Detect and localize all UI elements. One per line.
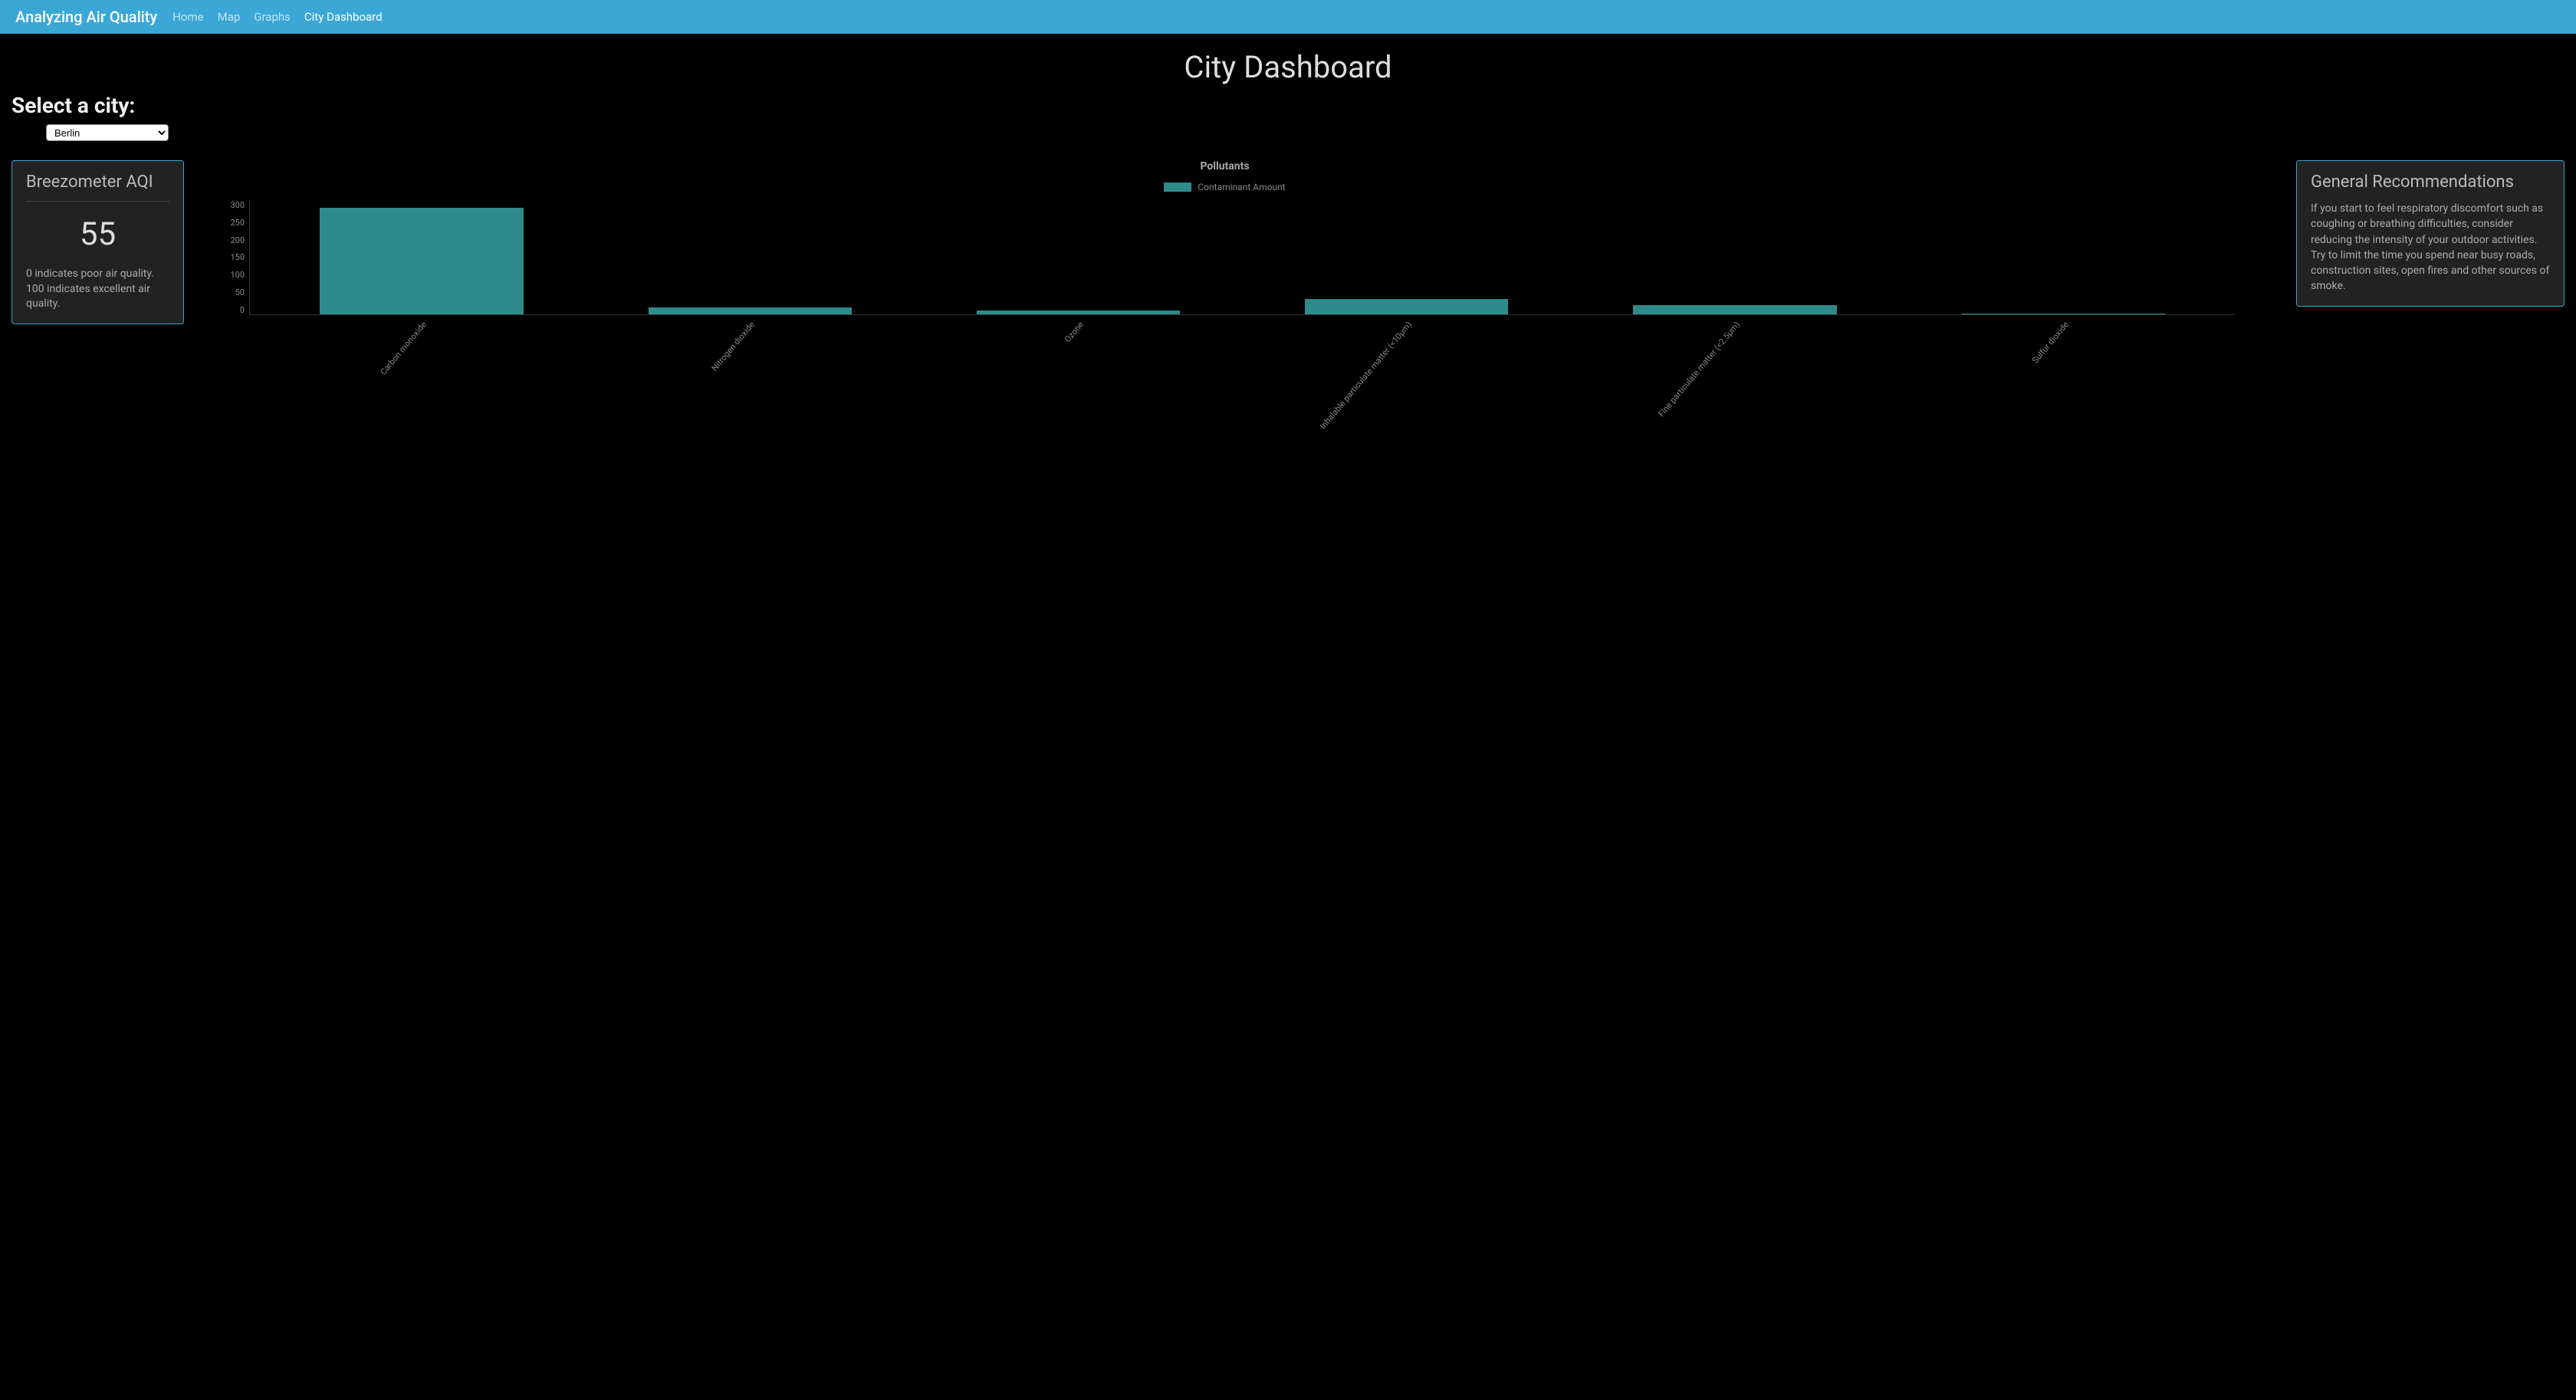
- navbar: Analyzing Air Quality Home Map Graphs Ci…: [0, 0, 2576, 34]
- y-axis: 300 250 200 150 100 50 0: [215, 200, 249, 315]
- nav-link-home[interactable]: Home: [172, 10, 203, 24]
- chart-title: Pollutants: [215, 160, 2235, 173]
- aqi-description: 0 indicates poor air quality. 100 indica…: [26, 267, 169, 312]
- chart-legend: Contaminant Amount: [215, 182, 2235, 192]
- bar-slot: [1243, 200, 1571, 314]
- x-axis-labels: Carbon monoxide Nitrogen dioxide Ozone Inha…: [249, 320, 2235, 419]
- legend-label: Contaminant Amount: [1198, 182, 1285, 192]
- bar-slot: [1899, 200, 2227, 314]
- recommendations-title: General Recommendations: [2311, 173, 2550, 192]
- x-label-slot: Carbon monoxide: [257, 320, 585, 419]
- aqi-title: Breezometer AQI: [26, 173, 169, 202]
- page-title: City Dashboard: [0, 49, 2576, 85]
- x-label: Nitrogen dioxide: [710, 320, 757, 373]
- bar[interactable]: [1633, 305, 1836, 314]
- x-label: Inhalable particulate matter (<10µm): [1318, 320, 1414, 431]
- recommendations-text: If you start to feel respiratory discomf…: [2311, 201, 2550, 294]
- chart-body: 300 250 200 150 100 50 0: [215, 200, 2235, 315]
- legend-swatch: [1164, 182, 1191, 192]
- aqi-value: 55: [26, 215, 169, 253]
- y-tick: 50: [235, 288, 245, 297]
- x-label: Sulfur dioxide: [2030, 320, 2071, 366]
- bar-slot: [914, 200, 1242, 314]
- x-label: Ozone: [1063, 320, 1086, 344]
- x-label: Fine particulate matter (<2.5µm): [1657, 320, 1742, 419]
- x-label: Carbon monoxide: [379, 320, 429, 377]
- main-row: Breezometer AQI 55 0 indicates poor air …: [0, 141, 2576, 431]
- bar[interactable]: [320, 208, 523, 314]
- navbar-brand[interactable]: Analyzing Air Quality: [15, 8, 157, 26]
- y-tick: 300: [230, 200, 245, 210]
- y-tick: 0: [240, 305, 245, 315]
- x-label-slot: Sulfur dioxide: [1899, 320, 2227, 419]
- bar[interactable]: [977, 311, 1180, 314]
- plot-area: [249, 200, 2235, 315]
- y-tick: 150: [230, 252, 245, 262]
- bar-slot: [586, 200, 914, 314]
- city-select[interactable]: Berlin: [46, 124, 169, 141]
- bar-slot: [258, 200, 586, 314]
- y-tick: 250: [230, 218, 245, 228]
- x-label-slot: Inhalable particulate matter (<10µm): [1242, 320, 1570, 419]
- x-label-slot: Nitrogen dioxide: [585, 320, 913, 419]
- navbar-nav: Home Map Graphs City Dashboard: [172, 10, 382, 24]
- y-tick: 100: [230, 270, 245, 280]
- aqi-card: Breezometer AQI 55 0 indicates poor air …: [12, 160, 184, 324]
- pollutants-chart: Pollutants Contaminant Amount 300 250 200 1…: [215, 160, 2266, 419]
- nav-link-graphs[interactable]: Graphs: [254, 10, 291, 24]
- y-tick: 200: [230, 235, 245, 245]
- bar[interactable]: [649, 307, 852, 314]
- x-label-slot: Fine particulate matter (<2.5µm): [1570, 320, 1898, 419]
- bars-container: [250, 200, 2235, 314]
- city-select-label: Select a city:: [12, 93, 2576, 118]
- recommendations-card: General Recommendations If you start to …: [2296, 160, 2564, 307]
- bar-slot: [1571, 200, 1899, 314]
- nav-link-map[interactable]: Map: [218, 10, 241, 24]
- nav-link-city-dashboard[interactable]: City Dashboard: [304, 10, 383, 24]
- bar[interactable]: [1305, 299, 1508, 314]
- x-label-slot: Ozone: [914, 320, 1242, 419]
